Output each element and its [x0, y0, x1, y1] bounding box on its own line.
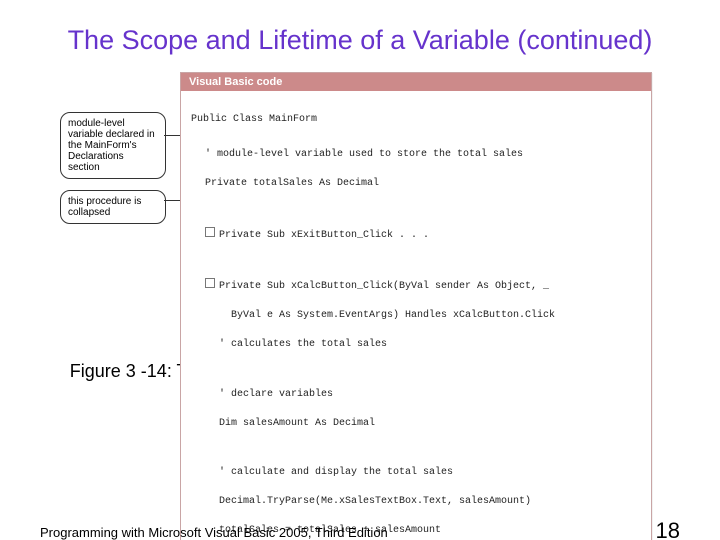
code-body: Public Class MainForm ' module-level var…: [181, 91, 651, 540]
callout-module-level: module-level variable declared in the Ma…: [60, 112, 166, 179]
code-text: Private Sub xCalcButton_Click(ByVal send…: [219, 281, 549, 292]
code-line: ByVal e As System.EventArgs) Handles xCa…: [191, 309, 641, 324]
code-box: Visual Basic code Public Class MainForm …: [180, 72, 652, 540]
code-line: ' calculates the total sales: [191, 338, 641, 353]
footer-text: Programming with Microsoft Visual Basic …: [40, 525, 388, 540]
code-line: ' declare variables: [191, 388, 641, 403]
code-line: Public Class MainForm: [191, 114, 317, 125]
expand-icon: [205, 227, 215, 237]
code-line: ' calculate and display the total sales: [191, 466, 641, 481]
code-line: ' module-level variable used to store th…: [191, 148, 641, 163]
figure-inner: module-level variable declared in the Ma…: [60, 72, 660, 342]
code-header: Visual Basic code: [181, 73, 651, 91]
code-line-collapsed: Private Sub xExitButton_Click . . .: [191, 227, 641, 244]
collapse-icon: [205, 278, 215, 288]
page-number: 18: [656, 518, 680, 540]
slide: The Scope and Lifetime of a Variable (co…: [0, 24, 720, 540]
slide-title: The Scope and Lifetime of a Variable (co…: [40, 24, 680, 58]
callout-collapsed: this procedure is collapsed: [60, 190, 166, 224]
code-line: Decimal.TryParse(Me.xSalesTextBox.Text, …: [191, 495, 641, 510]
code-line: Dim salesAmount As Decimal: [191, 417, 641, 432]
code-line: Private totalSales As Decimal: [191, 177, 641, 192]
figure: module-level variable declared in the Ma…: [60, 72, 660, 342]
code-text: Private Sub xExitButton_Click . . .: [219, 230, 429, 241]
code-line-expanded: Private Sub xCalcButton_Click(ByVal send…: [191, 278, 641, 295]
